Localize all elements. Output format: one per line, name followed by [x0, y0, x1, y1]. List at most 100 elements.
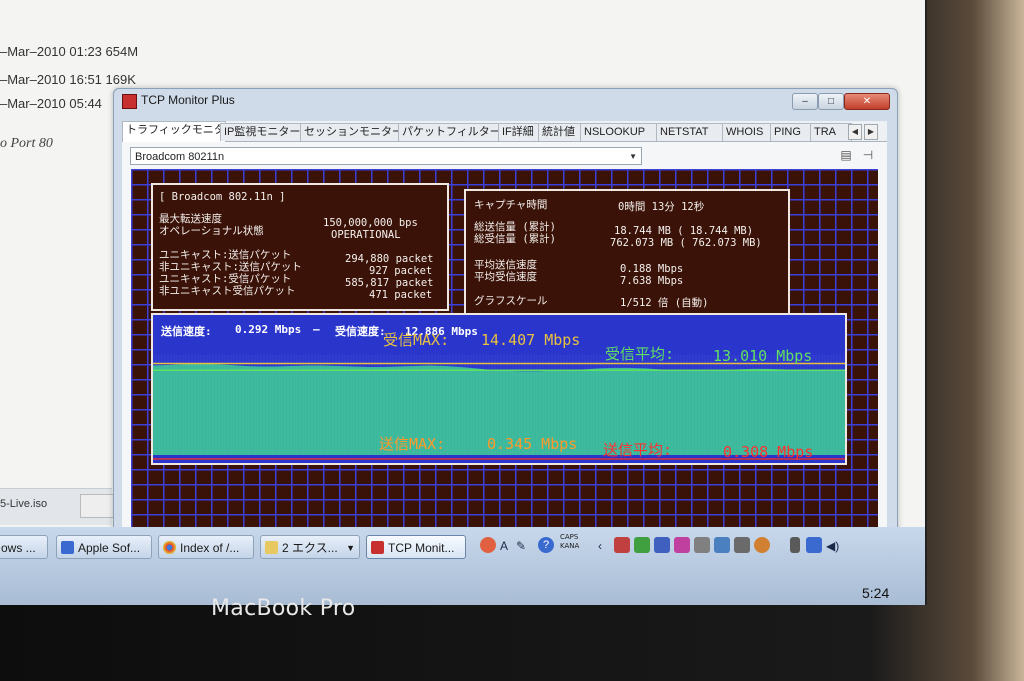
tab-whois[interactable]: WHOIS: [722, 123, 776, 141]
network-icon[interactable]: [806, 537, 822, 553]
recv-avg-value: 13.010 Mbps: [713, 347, 813, 365]
ime-status: CAPS KANA: [560, 533, 579, 551]
help-icon[interactable]: ?: [538, 537, 554, 553]
tab-statistics[interactable]: 統計値: [538, 123, 586, 141]
tray-icon[interactable]: [674, 537, 690, 553]
bg-file-line: –Mar–2010 16:51 169K: [0, 72, 136, 87]
window-title: TCP Monitor Plus: [141, 93, 235, 107]
tray-icon[interactable]: [714, 537, 730, 553]
taskbar-button[interactable]: TCP Monit...: [366, 535, 466, 559]
recv-speed-label: 受信速度:: [335, 325, 386, 338]
stat-value: 471 packet: [369, 289, 433, 301]
recv-avg-label: 受信平均:: [605, 345, 675, 363]
tray-icon[interactable]: [634, 537, 650, 553]
stat-label: 最大転送速度: [159, 213, 222, 225]
recv-max-label: 受信MAX:: [383, 331, 450, 349]
tray-icon[interactable]: [654, 537, 670, 553]
volume-icon[interactable]: ◀): [826, 539, 839, 553]
tray-icon[interactable]: [754, 537, 770, 553]
folder-icon: [265, 541, 278, 554]
bg-file-icon: [80, 494, 116, 518]
bg-file-line: –Mar–2010 05:44: [0, 96, 102, 111]
tab-packet-filter[interactable]: パケットフィルター: [398, 123, 504, 141]
chevron-left-icon[interactable]: ‹: [598, 539, 602, 553]
tray-icon[interactable]: [694, 537, 710, 553]
taskbar-button-label: TCP Monit...: [388, 541, 455, 555]
list-view-icon[interactable]: ▤: [838, 148, 854, 162]
send-avg-value: 0.308 Mbps: [723, 443, 814, 461]
window-titlebar[interactable]: TCP Monitor Plus – □ ✕: [114, 89, 897, 113]
taskbar-button-label: Apple Sof...: [78, 541, 141, 555]
adapter-select-value: Broadcom 80211n: [135, 151, 225, 163]
taskbar-button-label: ows ...: [1, 541, 36, 555]
taskbar-button[interactable]: 2 エクス... ▼: [260, 535, 360, 559]
tab-traceroute[interactable]: TRA: [810, 123, 852, 141]
taskbar-button-label: Index of /...: [180, 541, 240, 555]
avg-recv-value: 7.638 Mbps: [620, 275, 684, 287]
graph-scale-label: グラフスケール: [474, 295, 548, 307]
recv-total-label: 総受信量 (累計): [474, 233, 556, 245]
stat-value: 927 packet: [369, 265, 433, 277]
stat-label: オペレーショナル状態: [159, 225, 264, 237]
maximize-button[interactable]: □: [818, 93, 844, 110]
sent-total-value: 18.744 MB ( 18.744 MB): [614, 225, 754, 237]
battery-icon[interactable]: [790, 537, 800, 553]
chevron-down-icon[interactable]: ▼: [346, 536, 355, 558]
tab-scroll-left-icon[interactable]: ◀: [848, 124, 862, 140]
traffic-monitor-canvas: [ Broadcom 802.11n ] 最大転送速度 150,000,000 …: [131, 169, 878, 532]
send-max-label: 送信MAX:: [379, 435, 446, 453]
desktop-screen: –Mar–2010 01:23 654M –Mar–2010 16:51 169…: [0, 0, 927, 605]
capture-stats-panel: キャプチャ時間 0時間 13分 12秒 総送信量 (累計) 18.744 MB …: [464, 189, 790, 317]
adapter-info-panel: [ Broadcom 802.11n ] 最大転送速度 150,000,000 …: [151, 183, 449, 311]
stat-label: 非ユニキャスト受信パケット: [159, 285, 296, 297]
tray-app-icon[interactable]: [480, 537, 496, 553]
pin-icon[interactable]: ⊣: [860, 148, 876, 162]
avg-recv-label: 平均受信速度: [474, 271, 537, 283]
send-speed-value: 0.292 Mbps: [235, 323, 302, 336]
clock[interactable]: 5:24: [862, 585, 889, 601]
recv-total-value: 762.073 MB ( 762.073 MB): [610, 237, 762, 249]
stat-label: ユニキャスト:受信パケット: [159, 273, 292, 285]
chrome-icon: [163, 541, 176, 554]
capture-time-value: 0時間 13分 12秒: [618, 201, 705, 213]
chevron-down-icon: ▼: [629, 152, 637, 161]
tab-scroll-right-icon[interactable]: ▶: [864, 124, 878, 140]
tab-strip: トラフィックモニター IP監視モニター セッションモニター パケットフィルター …: [122, 121, 887, 142]
recv-max-value: 14.407 Mbps: [481, 331, 581, 349]
tray-icon[interactable]: [734, 537, 750, 553]
speed-separator: –: [313, 323, 320, 336]
stat-label: ユニキャスト:送信パケット: [159, 249, 292, 261]
capture-time-label: キャプチャ時間: [474, 199, 548, 211]
taskbar-button[interactable]: Index of /...: [158, 535, 254, 559]
tab-ip-monitor[interactable]: IP監視モニター: [220, 123, 306, 141]
minimize-button[interactable]: –: [792, 93, 818, 110]
stat-value: 585,817 packet: [345, 277, 434, 289]
tab-netstat[interactable]: NETSTAT: [656, 123, 728, 141]
ime-a-icon[interactable]: A: [500, 539, 508, 553]
send-avg-label: 送信平均:: [603, 441, 673, 459]
adapter-name: [ Broadcom 802.11n ]: [159, 191, 286, 203]
adapter-select[interactable]: Broadcom 80211n ▼: [130, 147, 642, 165]
avg-send-value: 0.188 Mbps: [620, 263, 684, 275]
kana-label: KANA: [560, 542, 580, 550]
taskbar-button-label: 2 エクス...: [282, 541, 338, 555]
tray-icon[interactable]: [614, 537, 630, 553]
sent-total-label: 総送信量 (累計): [474, 221, 556, 233]
bg-port-text: o Port 80: [0, 136, 53, 151]
taskbar-button[interactable]: Apple Sof...: [56, 535, 152, 559]
tab-traffic-monitor[interactable]: トラフィックモニター: [122, 121, 226, 142]
stat-value: 294,880 packet: [345, 253, 434, 265]
tab-nslookup[interactable]: NSLOOKUP: [580, 123, 662, 141]
app-icon: [122, 94, 137, 109]
tab-session-monitor[interactable]: セッションモニター: [300, 123, 404, 141]
apple-software-update-icon: [61, 541, 74, 554]
bg-download-item[interactable]: 5-Live.iso: [0, 498, 47, 510]
stat-value: OPERATIONAL: [331, 229, 401, 241]
send-speed-label: 送信速度:: [161, 325, 212, 338]
bg-file-line: –Mar–2010 01:23 654M: [0, 44, 139, 59]
close-button[interactable]: ✕: [844, 93, 890, 110]
taskbar-button[interactable]: ows ...: [0, 535, 48, 559]
tools-icon[interactable]: ✎: [516, 539, 526, 553]
tcp-monitor-window: TCP Monitor Plus – □ ✕ トラフィックモニター IP監視モニ…: [113, 88, 898, 548]
traffic-monitor-pane: Broadcom 80211n ▼ ▤ ⊣ [ Broadcom 802.11n…: [122, 142, 887, 539]
